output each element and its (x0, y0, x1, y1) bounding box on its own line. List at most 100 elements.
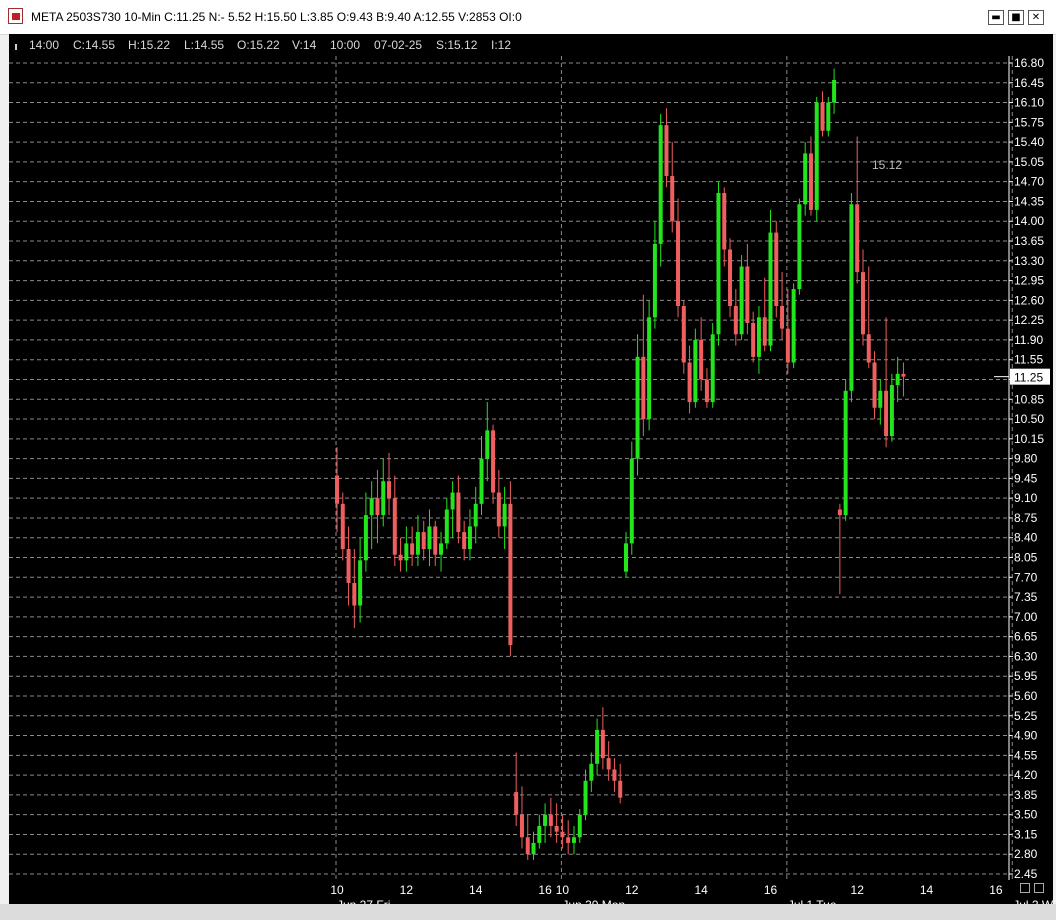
info-low: L:14.55 (184, 38, 225, 52)
ohlc-bar-body (687, 362, 692, 403)
info-close: C:14.55 (73, 38, 116, 52)
status-bar (0, 904, 1056, 920)
ohlc-bar-body (670, 176, 675, 222)
ohlc-bar-body (439, 543, 444, 555)
ohlc-bar-body (808, 153, 813, 210)
y-tick-label: 4.20 (1014, 768, 1038, 782)
y-tick-label: 3.15 (1014, 827, 1038, 841)
info-high: H:15.22 (128, 38, 171, 52)
x-tick-label: 10 (556, 883, 570, 897)
info-s: S:15.12 (436, 38, 478, 52)
y-tick-label: 10.85 (1014, 392, 1044, 406)
y-tick-label: 6.30 (1014, 649, 1038, 663)
ohlc-bar-body (467, 526, 472, 550)
ohlc-bar-body (444, 509, 449, 544)
ohlc-bar-body (704, 379, 709, 403)
y-tick-label: 6.65 (1014, 630, 1038, 644)
chart-window: META 2503S730 10-Min C:11.25 N:- 5.52 H:… (0, 0, 1056, 920)
ohlc-bar-body (410, 543, 415, 555)
last-price-label: 11.25 (1014, 371, 1043, 385)
ohlc-bar-body (612, 769, 617, 781)
ohlc-bar-body (774, 232, 779, 307)
ohlc-bar-body (751, 322, 756, 357)
chart-svg[interactable]: 16.80 16.45 16.10 15.75 15.40 15.05 14.70 14.35… (9, 34, 1053, 904)
y-tick-label: 7.35 (1014, 590, 1038, 604)
ohlc-bar-body (618, 780, 623, 798)
annotation-label: 15.12 (872, 158, 902, 172)
ohlc-bar-body (785, 328, 790, 363)
ohlc-bar-body (537, 825, 542, 843)
y-tick-label: 13.30 (1014, 254, 1044, 268)
title-bar[interactable]: META 2503S730 10-Min C:11.25 N:- 5.52 H:… (0, 0, 1056, 35)
ohlc-bar-body (335, 475, 339, 504)
y-tick-label: 15.05 (1014, 155, 1044, 169)
y-tick-label: 3.50 (1014, 808, 1038, 822)
y-tick-label: 16.10 (1014, 96, 1044, 110)
ohlc-bar-body (433, 526, 438, 555)
y-tick-label: 9.80 (1014, 452, 1038, 466)
ohlc-bar-body (421, 532, 426, 550)
ohlc-bar-body (514, 792, 519, 815)
y-tick-label: 4.55 (1014, 748, 1038, 762)
ohlc-bar-body (797, 204, 802, 290)
maximize-button[interactable]: ■ (1008, 10, 1024, 25)
y-tick-label: 11.55 (1014, 353, 1043, 367)
y-tick-label: 14.35 (1014, 194, 1044, 208)
ohlc-bar-body (803, 153, 808, 205)
ohlc-bar-body (352, 582, 357, 606)
ohlc-bar-body (681, 306, 686, 363)
ohlc-bar-body (479, 458, 484, 504)
ohlc-bar-body (595, 729, 600, 764)
ohlc-bar-body (525, 837, 530, 855)
ohlc-bar-body (664, 125, 669, 177)
zoom-box-icon[interactable] (1020, 883, 1030, 893)
ohlc-bar-body (415, 532, 420, 555)
ohlc-bar-body (560, 831, 565, 838)
ohlc-bar-body (878, 390, 883, 408)
price-chart[interactable]: 16.80 16.45 16.10 15.75 15.40 15.05 14.70 14.35… (9, 34, 1053, 904)
y-tick-label: 12.25 (1014, 313, 1044, 327)
chart-canvas[interactable]: 16.80 16.45 16.10 15.75 15.40 15.05 14.70 14.35… (9, 34, 1053, 904)
y-tick-label: 10.50 (1014, 412, 1044, 426)
ohlc-bar-body (485, 430, 490, 459)
y-tick-label: 2.45 (1014, 867, 1038, 881)
ohlc-bar-body (554, 825, 559, 832)
ohlc-bar-body (860, 272, 865, 335)
y-tick-label: 16.45 (1014, 76, 1044, 90)
y-tick-label: 2.80 (1014, 847, 1038, 861)
info-time: 14:00 (29, 38, 60, 52)
y-tick-label: 7.00 (1014, 610, 1038, 624)
zoom-box-icon-2[interactable] (1034, 883, 1044, 893)
ohlc-bar-body (652, 243, 657, 318)
window-title: META 2503S730 10-Min C:11.25 N:- 5.52 H:… (31, 10, 522, 24)
ohlc-bar-body (676, 221, 681, 307)
ohlc-bar-body (693, 339, 698, 403)
close-button[interactable]: ✕ (1028, 10, 1044, 25)
info-date: 07-02-25 (374, 38, 423, 52)
y-tick-label: 8.40 (1014, 531, 1038, 545)
ohlc-bar-body (398, 554, 403, 561)
ohlc-bar-body (571, 837, 576, 843)
y-tick-label: 12.60 (1014, 293, 1044, 307)
y-tick-label: 14.70 (1014, 175, 1044, 189)
cursor-marker (15, 44, 17, 50)
ohlc-bar-body (531, 842, 536, 855)
ohlc-bar-body (589, 763, 594, 781)
ohlc-bar-body (450, 492, 455, 510)
y-tick-label: 14.00 (1014, 214, 1044, 228)
x-tick-label: 16 (764, 883, 778, 897)
ohlc-bar-body (895, 373, 900, 386)
y-tick-label: 12.95 (1014, 274, 1044, 288)
y-tick-label: 7.70 (1014, 570, 1038, 584)
minimize-button[interactable]: ▬ (988, 10, 1004, 25)
ohlc-bar-body (872, 362, 877, 408)
x-tick-label: 12 (851, 883, 865, 897)
ohlc-bar-body (624, 543, 628, 572)
ohlc-bar-body (456, 492, 461, 533)
info-open: O:15.22 (237, 38, 280, 52)
ohlc-bar-body (884, 390, 889, 437)
ohlc-bar-body (820, 102, 825, 131)
x-tick-label: 16 (989, 883, 1003, 897)
ohlc-bar-body (635, 356, 640, 459)
ohlc-bar-body (699, 339, 704, 380)
